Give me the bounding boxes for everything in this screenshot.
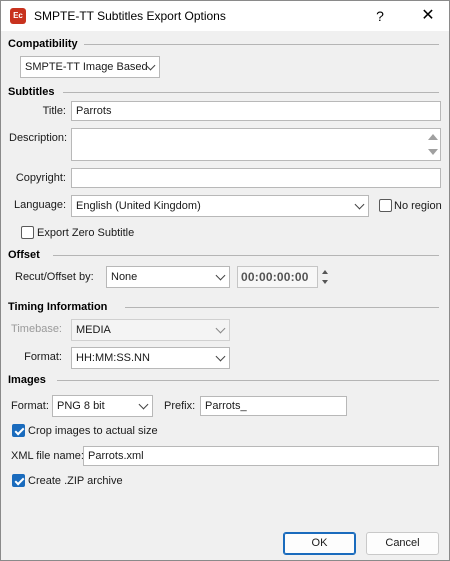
cancel-button[interactable]: Cancel (366, 532, 439, 555)
timebase-select[interactable]: MEDIA (71, 319, 230, 341)
language-label: Language: (14, 199, 66, 211)
chevron-down-icon (215, 270, 226, 281)
scroll-up-icon[interactable] (428, 134, 438, 140)
spin-down-icon[interactable] (322, 280, 328, 284)
chevron-down-icon (215, 351, 226, 362)
timing-format-value: HH:MM:SS.NN (76, 352, 150, 364)
copyright-label: Copyright: (15, 172, 66, 184)
no-region-checkbox[interactable] (379, 199, 392, 212)
create-zip-checkbox[interactable] (12, 474, 25, 487)
image-format-label: Format: (11, 400, 49, 412)
xml-file-name-label: XML file name: (11, 450, 84, 462)
section-offset: Offset (8, 249, 46, 261)
language-value: English (United Kingdom) (76, 200, 201, 212)
no-region-label: No region (394, 200, 442, 212)
timebase-value: MEDIA (76, 324, 111, 336)
scroll-down-icon[interactable] (428, 149, 438, 155)
section-divider (57, 380, 439, 381)
ok-button[interactable]: OK (283, 532, 356, 555)
export-zero-subtitle-checkbox[interactable] (21, 226, 34, 239)
crop-images-checkbox[interactable] (12, 424, 25, 437)
image-format-value: PNG 8 bit (57, 400, 105, 412)
description-input[interactable] (71, 128, 441, 161)
window-title: SMPTE-TT Subtitles Export Options (34, 9, 226, 23)
timecode-spinner[interactable] (320, 266, 330, 288)
section-images: Images (8, 374, 52, 386)
spin-up-icon[interactable] (322, 270, 328, 274)
close-button[interactable]: ✕ (408, 1, 448, 31)
language-select[interactable]: English (United Kingdom) (71, 195, 369, 217)
compatibility-value: SMPTE-TT Image Based (25, 61, 148, 73)
description-label: Description: (9, 132, 68, 144)
title-label: Title: (42, 105, 66, 117)
section-divider (81, 44, 439, 45)
recut-offset-value: None (111, 271, 138, 283)
section-subtitles: Subtitles (8, 86, 61, 98)
timing-format-label: Format: (24, 351, 62, 363)
prefix-input[interactable]: Parrots_ (200, 396, 347, 416)
xml-file-name-input[interactable]: Parrots.xml (83, 446, 439, 466)
image-format-select[interactable]: PNG 8 bit (52, 395, 153, 417)
prefix-label: Prefix: (164, 400, 196, 412)
section-divider (125, 307, 439, 308)
timing-format-select[interactable]: HH:MM:SS.NN (71, 347, 230, 369)
section-divider (63, 92, 439, 93)
compatibility-select[interactable]: SMPTE-TT Image Based (20, 56, 160, 78)
chevron-down-icon (215, 323, 226, 334)
section-timing: Timing Information (8, 301, 114, 313)
chevron-down-icon (138, 399, 149, 410)
title-bar: Ec SMPTE-TT Subtitles Export Options ? ✕ (1, 1, 449, 31)
recut-offset-label: Recut/Offset by: (15, 271, 94, 283)
crop-images-label: Crop images to actual size (28, 425, 158, 437)
export-options-dialog: Ec SMPTE-TT Subtitles Export Options ? ✕… (0, 0, 450, 561)
section-divider (53, 255, 439, 256)
section-compatibility: Compatibility (8, 38, 84, 50)
chevron-down-icon (354, 199, 365, 210)
export-zero-subtitle-label: Export Zero Subtitle (37, 227, 135, 239)
create-zip-label: Create .ZIP archive (28, 475, 123, 487)
timebase-label: Timebase: (11, 323, 62, 335)
offset-timecode-field[interactable]: 00:00:00:00 (237, 266, 318, 288)
help-button[interactable]: ? (360, 1, 400, 31)
copyright-input[interactable] (71, 168, 441, 188)
title-input[interactable]: Parrots (71, 101, 441, 121)
app-icon: Ec (10, 8, 26, 24)
recut-offset-select[interactable]: None (106, 266, 230, 288)
